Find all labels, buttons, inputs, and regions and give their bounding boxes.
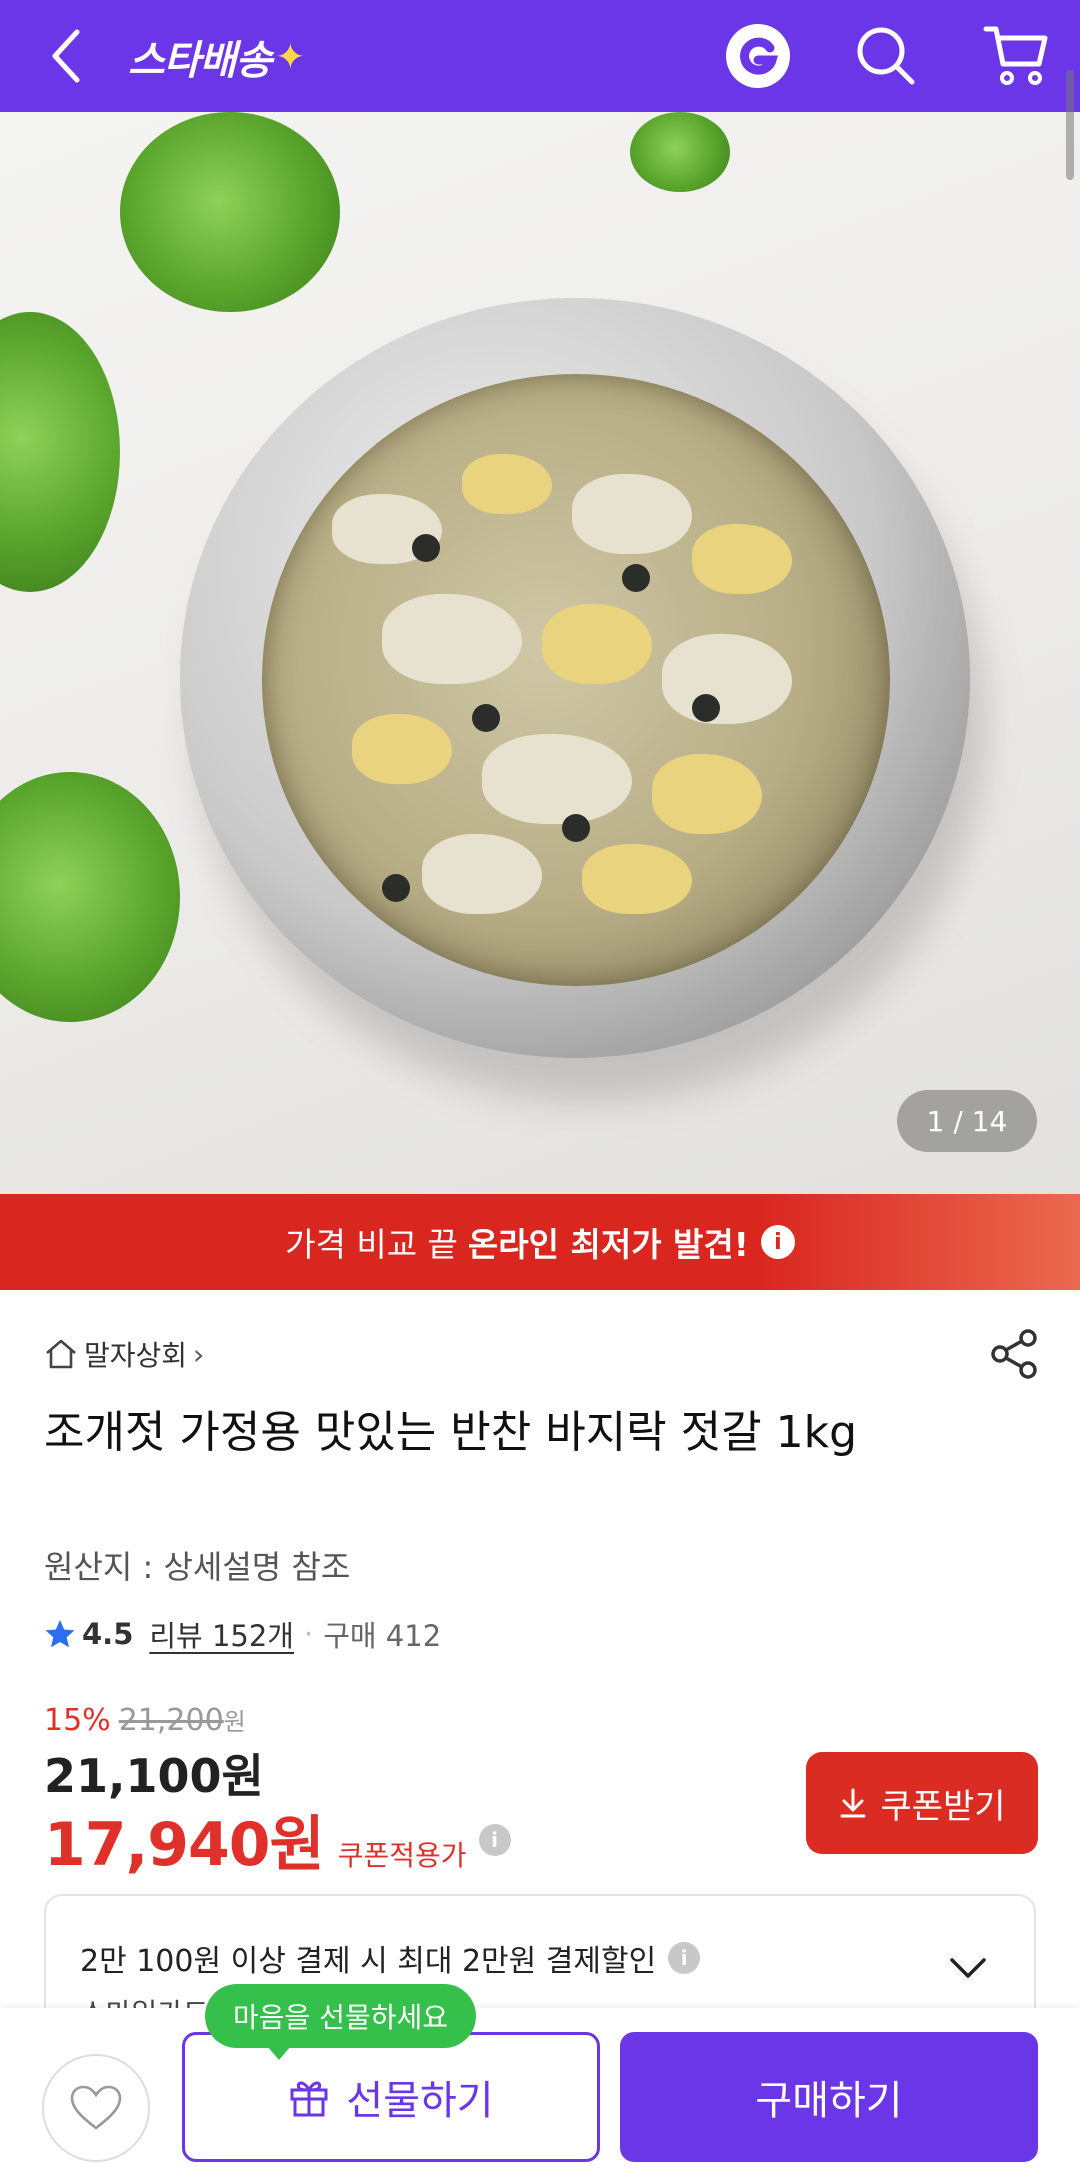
info-icon[interactable]: i: [760, 1225, 795, 1259]
product-title: 조개젓 가정용 맛있는 반찬 바지락 젓갈 1kg: [44, 1407, 858, 1458]
get-coupon-label: 쿠폰받기: [880, 1786, 1006, 1827]
buy-button[interactable]: 구매하기: [620, 2032, 1038, 2162]
image-pager: 1 / 14: [897, 1090, 1037, 1152]
store-name: 말자상회: [84, 1339, 188, 1372]
coupon-price-label: 쿠폰적용가: [337, 1839, 467, 1872]
rating-row: 4.5 리뷰 152개 · 구매 412: [44, 1612, 441, 1656]
home-icon: [46, 1339, 76, 1369]
sparkle-icon: ✦: [275, 36, 305, 78]
chevron-left-icon: [52, 29, 80, 83]
wishlist-button[interactable]: [42, 2054, 150, 2162]
promo-highlight: 온라인 최저가 발견!: [467, 1225, 749, 1264]
info-icon[interactable]: i: [668, 1942, 701, 1974]
leaf-decoration: [0, 772, 180, 1022]
chevron-down-icon[interactable]: [948, 1956, 988, 1980]
gift-label: 선물하기: [346, 2078, 494, 2124]
star-icon: [45, 1620, 75, 1648]
leaf-decoration: [630, 112, 730, 192]
download-icon: [840, 1788, 866, 1818]
brand-name: 스타배송: [128, 38, 272, 84]
separator-dot: ·: [304, 1617, 314, 1651]
gift-tooltip: 마음을 선물하세요: [205, 1984, 476, 2060]
share-icon: [991, 1329, 1037, 1379]
promo-text: 가격 비교 끝: [285, 1225, 458, 1264]
leaf-decoration: [0, 312, 120, 592]
discount-percent: 15%: [44, 1703, 111, 1738]
store-link[interactable]: 말자상회 ›: [44, 1332, 204, 1376]
lowest-price-banner[interactable]: 가격 비교 끝 온라인 최저가 발견! i: [0, 1194, 1080, 1290]
leaf-decoration: [120, 112, 340, 312]
share-button[interactable]: [984, 1322, 1044, 1386]
chevron-right-icon: ›: [193, 1337, 205, 1371]
cart-icon: [983, 26, 1048, 85]
info-icon[interactable]: i: [478, 1823, 511, 1856]
product-origin: 원산지 : 상세설명 참조: [44, 1548, 351, 1586]
clam-contents: [262, 374, 890, 986]
heart-icon: [70, 2085, 122, 2130]
back-button[interactable]: [36, 20, 96, 92]
gift-button[interactable]: 선물하기: [182, 2032, 600, 2162]
original-price: 21,200: [118, 1703, 224, 1738]
buy-label: 구매하기: [755, 2078, 903, 2124]
g-logo-icon: [726, 24, 790, 88]
g-logo-button[interactable]: [718, 16, 798, 96]
coupon-price: 17,940원: [44, 1810, 325, 1880]
top-header: 스타배송 ✦: [0, 0, 1080, 112]
rating-score: 4.5: [82, 1617, 134, 1651]
bottom-action-bar: 선물하기 구매하기: [0, 2008, 1080, 2181]
scrollbar[interactable]: [1066, 70, 1074, 180]
coupon-price-row: 17,940원 쿠폰적용가 i: [44, 1796, 511, 1883]
search-icon: [857, 27, 915, 85]
benefit-text: 2만 100원 이상 결제 시 최대 2만원 결제할인: [80, 1944, 657, 1979]
get-coupon-button[interactable]: 쿠폰받기: [806, 1752, 1038, 1854]
product-image-gallery[interactable]: 1 / 14: [0, 112, 1080, 1194]
brand-logo[interactable]: 스타배송 ✦: [128, 22, 305, 92]
original-price-unit: 원: [223, 1708, 246, 1736]
purchase-count: 구매 412: [323, 1619, 442, 1653]
reviews-link[interactable]: 리뷰 152개: [149, 1613, 294, 1655]
discount-row: 15% 21,200 원: [44, 1702, 246, 1738]
cart-button[interactable]: [976, 16, 1056, 96]
gift-icon: [290, 2081, 328, 2117]
benefit-text-row: 2만 100원 이상 결제 시 최대 2만원 결제할인 i: [80, 1936, 701, 1980]
search-button[interactable]: [846, 16, 926, 96]
